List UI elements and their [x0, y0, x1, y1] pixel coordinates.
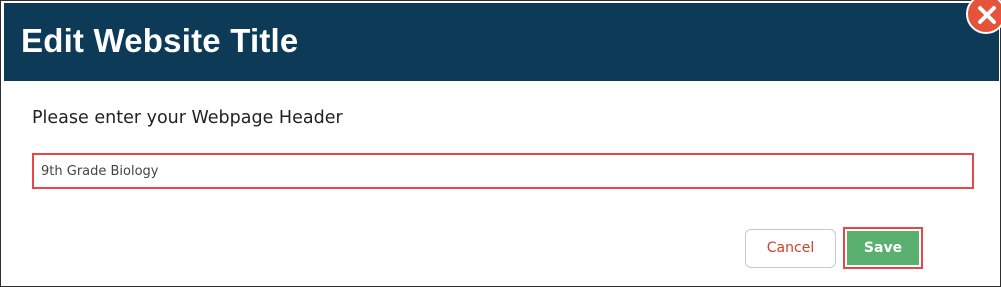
cancel-button[interactable]: Cancel	[745, 229, 836, 268]
header-input-wrapper	[32, 153, 974, 189]
header-prompt-label: Please enter your Webpage Header	[32, 108, 343, 128]
dialog-title: Edit Website Title	[21, 22, 299, 59]
save-button[interactable]: Save	[847, 231, 919, 265]
dialog-header: Edit Website Title	[4, 3, 999, 81]
close-icon	[978, 6, 996, 24]
webpage-header-input[interactable]	[34, 155, 972, 187]
save-button-highlight: Save	[843, 227, 923, 269]
dialog: Edit Website Title Please enter your Web…	[0, 0, 1001, 287]
